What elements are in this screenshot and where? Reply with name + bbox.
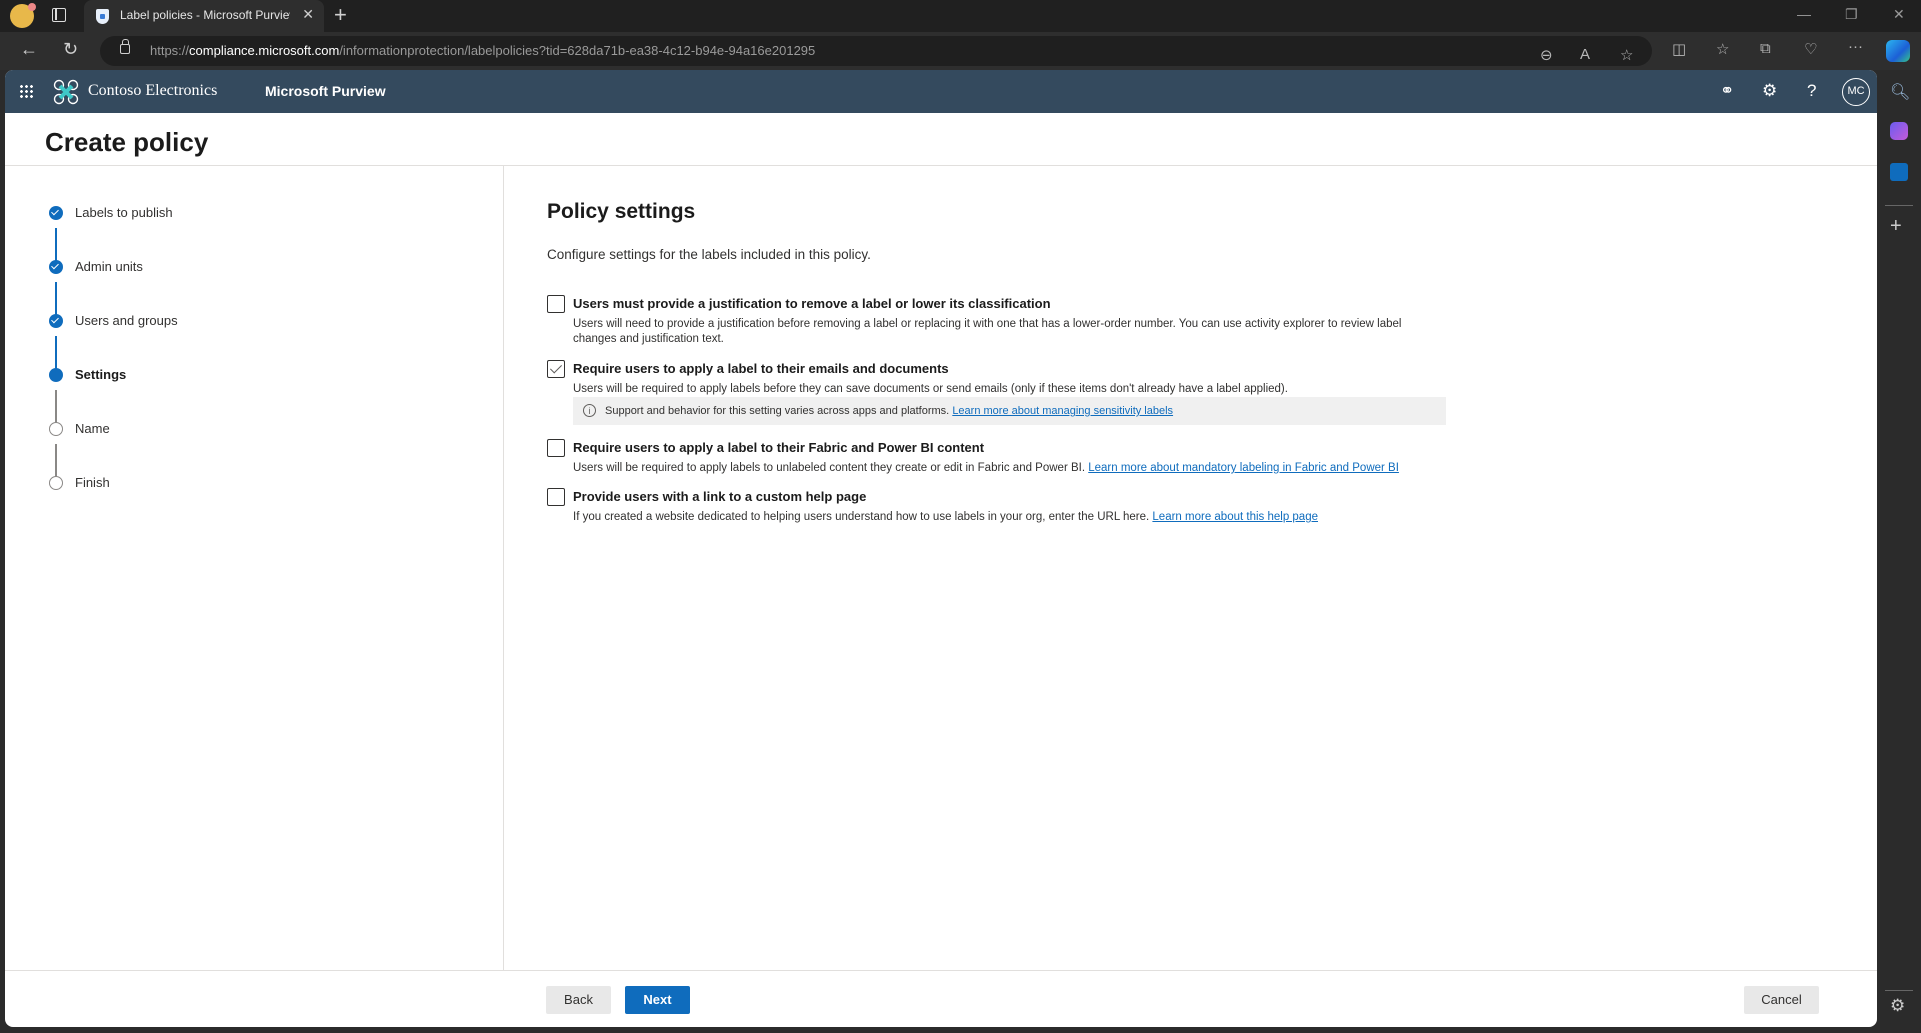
step-label: Admin units	[75, 259, 143, 274]
section-description: Configure settings for the labels includ…	[547, 247, 871, 262]
next-button[interactable]: Next	[625, 986, 690, 1014]
setting-custom-help-page: Provide users with a link to a custom he…	[547, 488, 1447, 528]
step-complete-icon	[49, 314, 63, 328]
lock-icon[interactable]	[120, 39, 130, 54]
restore-icon[interactable]: ❐	[1845, 6, 1858, 23]
step-pending-icon	[49, 476, 63, 490]
step-label: Finish	[75, 475, 110, 490]
require-label-checkbox[interactable]	[547, 360, 565, 378]
learn-more-help-page-link[interactable]: Learn more about this help page	[1152, 511, 1318, 523]
help-icon[interactable]: ?	[1807, 81, 1816, 101]
close-tab-icon[interactable]: ✕	[302, 6, 314, 23]
close-window-icon[interactable]: ✕	[1893, 6, 1905, 23]
new-tab-icon[interactable]: +	[334, 2, 347, 28]
shield-icon	[96, 9, 109, 24]
fabric-power-bi-checkbox[interactable]	[547, 439, 565, 457]
setting-description: Users will be required to apply labels t…	[573, 462, 1399, 474]
sidebar-divider	[1885, 205, 1913, 206]
refresh-icon[interactable]: ↻	[63, 39, 78, 60]
search-icon[interactable]: 🔍︎	[1890, 82, 1910, 101]
step-current-icon	[49, 368, 63, 382]
url-field[interactable]: https://compliance.microsoft.com/informa…	[100, 36, 1652, 66]
step-pending-icon	[49, 422, 63, 436]
setting-fabric-power-bi: Require users to apply a label to their …	[547, 439, 1447, 479]
step-label: Labels to publish	[75, 205, 173, 220]
browser-title-bar: Label policies - Microsoft Purview ✕ + —…	[0, 0, 1921, 32]
step-label: Settings	[75, 367, 127, 382]
learn-more-sensitivity-labels-link[interactable]: Learn more about managing sensitivity la…	[952, 405, 1173, 417]
copilot-icon[interactable]	[1886, 40, 1910, 62]
outlook-icon[interactable]	[1890, 163, 1908, 181]
setting-justification: Users must provide a justification to re…	[547, 295, 1447, 345]
info-icon: i	[583, 404, 596, 417]
contoso-logo-icon	[53, 79, 79, 105]
setting-require-label-emails-docs: Require users to apply a label to their …	[547, 360, 1447, 430]
browser-essentials-icon[interactable]: ♡	[1804, 40, 1817, 58]
setting-description: Users will be required to apply labels b…	[573, 383, 1288, 395]
browser-tab[interactable]: Label policies - Microsoft Purview ✕	[84, 0, 324, 32]
minimize-icon[interactable]: —	[1797, 6, 1811, 22]
setting-description: Users will need to provide a justificati…	[573, 318, 1402, 345]
footer-divider	[5, 970, 1877, 971]
justification-checkbox[interactable]	[547, 295, 565, 313]
suite-header: Contoso Electronics Microsoft Purview ⚭ …	[5, 70, 1877, 113]
step-complete-icon	[49, 260, 63, 274]
info-text: Support and behavior for this setting va…	[605, 405, 950, 417]
collections-icon[interactable]: ⧉	[1760, 40, 1771, 57]
back-icon[interactable]: ←	[20, 39, 38, 60]
m365-icon[interactable]	[1890, 122, 1908, 140]
sidebar-divider-bottom	[1885, 990, 1913, 991]
split-screen-icon[interactable]: ◫	[1672, 40, 1686, 58]
page-title: Create policy	[45, 127, 209, 157]
browser-sidebar: 🔍︎ + ⚙	[1877, 70, 1921, 1033]
step-complete-icon	[49, 206, 63, 220]
read-aloud-icon[interactable]: A	[1580, 46, 1590, 63]
setting-title[interactable]: Require users to apply a label to their …	[573, 440, 984, 455]
settings-gear-icon[interactable]: ⚙	[1762, 81, 1777, 101]
favorite-star-icon[interactable]: ☆	[1620, 46, 1633, 64]
purview-app: Contoso Electronics Microsoft Purview ⚭ …	[5, 70, 1877, 1027]
step-label: Users and groups	[75, 313, 178, 328]
setting-description: If you created a website dedicated to he…	[573, 511, 1318, 523]
tab-actions-icon[interactable]	[52, 8, 66, 22]
user-avatar[interactable]: MC	[1842, 78, 1870, 106]
section-title: Policy settings	[547, 200, 696, 223]
community-icon[interactable]: ⚭	[1720, 81, 1734, 101]
step-label: Name	[75, 421, 110, 436]
favorites-icon[interactable]: ☆	[1716, 40, 1729, 58]
setting-title[interactable]: Require users to apply a label to their …	[573, 361, 949, 376]
address-bar-row: ← ↻ https://compliance.microsoft.com/inf…	[0, 32, 1921, 70]
org-name[interactable]: Contoso Electronics	[88, 82, 217, 100]
tab-title: Label policies - Microsoft Purview	[120, 8, 290, 22]
wizard-panel-divider	[503, 166, 504, 970]
sidebar-settings-icon[interactable]: ⚙	[1890, 996, 1908, 1015]
back-button[interactable]: Back	[546, 986, 611, 1014]
title-divider	[5, 165, 1877, 166]
info-message-bar: i Support and behavior for this setting …	[573, 397, 1446, 425]
more-options-icon[interactable]: ···	[1848, 38, 1863, 55]
setting-title[interactable]: Users must provide a justification to re…	[573, 296, 1051, 311]
custom-help-page-checkbox[interactable]	[547, 488, 565, 506]
setting-title[interactable]: Provide users with a link to a custom he…	[573, 489, 866, 504]
zoom-out-icon[interactable]: ⊖	[1540, 46, 1553, 64]
app-launcher-icon[interactable]	[19, 84, 34, 99]
profile-avatar-icon[interactable]	[10, 3, 36, 28]
learn-more-fabric-link[interactable]: Learn more about mandatory labeling in F…	[1088, 462, 1399, 474]
add-icon[interactable]: +	[1890, 215, 1908, 237]
cancel-button[interactable]: Cancel	[1744, 986, 1819, 1014]
product-name[interactable]: Microsoft Purview	[265, 83, 386, 99]
url-text: https://compliance.microsoft.com/informa…	[150, 43, 816, 58]
